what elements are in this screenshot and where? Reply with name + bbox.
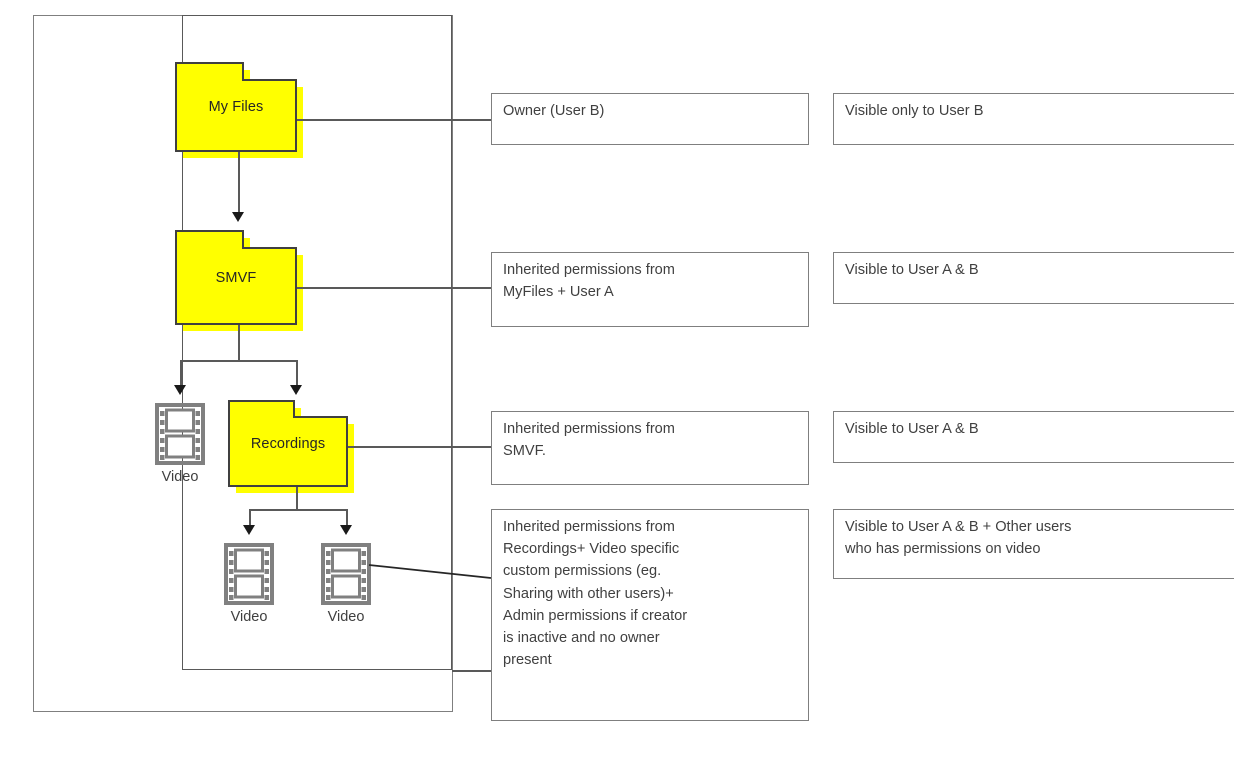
text-line: MyFiles + User A: [503, 284, 614, 301]
text-line: Inherited permissions from: [503, 262, 675, 278]
text-line: Sharing with other users)+: [503, 585, 674, 602]
arrowhead-video1: [174, 385, 186, 395]
text-line: custom permissions (eg.: [503, 563, 662, 580]
text-line: Inherited permissions from: [503, 519, 675, 535]
arrowhead-video3: [340, 525, 352, 535]
permission-box-video: Inherited permissions from Recordings+ V…: [491, 509, 809, 721]
text-line: is inactive and no owner: [503, 629, 660, 646]
permission-box-smvf: Inherited permissions from MyFiles + Use…: [491, 252, 809, 327]
visibility-box-my-files: Visible only to User B: [833, 93, 1234, 145]
visibility-box-video: Visible to User A & B + Other users who …: [833, 509, 1234, 579]
arrowhead-recordings: [290, 385, 302, 395]
text-line: Inherited permissions from: [503, 421, 675, 437]
permission-box-my-files: Owner (User B): [491, 93, 809, 145]
text-line: SMVF.: [503, 443, 546, 460]
arrowhead-smvf: [232, 212, 244, 222]
text-line: Visible only to User B: [845, 103, 984, 119]
visibility-box-smvf: Visible to User A & B: [833, 252, 1234, 304]
text-line: present: [503, 652, 552, 669]
text-line: Admin permissions if creator: [503, 607, 688, 624]
text-line: who has permissions on video: [845, 541, 1041, 558]
text-line: Visible to User A & B: [845, 262, 979, 278]
text-line: Visible to User A & B: [845, 421, 979, 437]
text-line: Owner (User B): [503, 103, 605, 119]
permission-box-recordings: Inherited permissions from SMVF.: [491, 411, 809, 485]
diagram-canvas: My Files SMVF Recordings Video Video Vid…: [0, 0, 1234, 758]
text-line: Visible to User A & B + Other users: [845, 519, 1072, 535]
visibility-box-recordings: Visible to User A & B: [833, 411, 1234, 463]
text-line: Recordings+ Video specific: [503, 541, 680, 558]
arrowhead-video2: [243, 525, 255, 535]
